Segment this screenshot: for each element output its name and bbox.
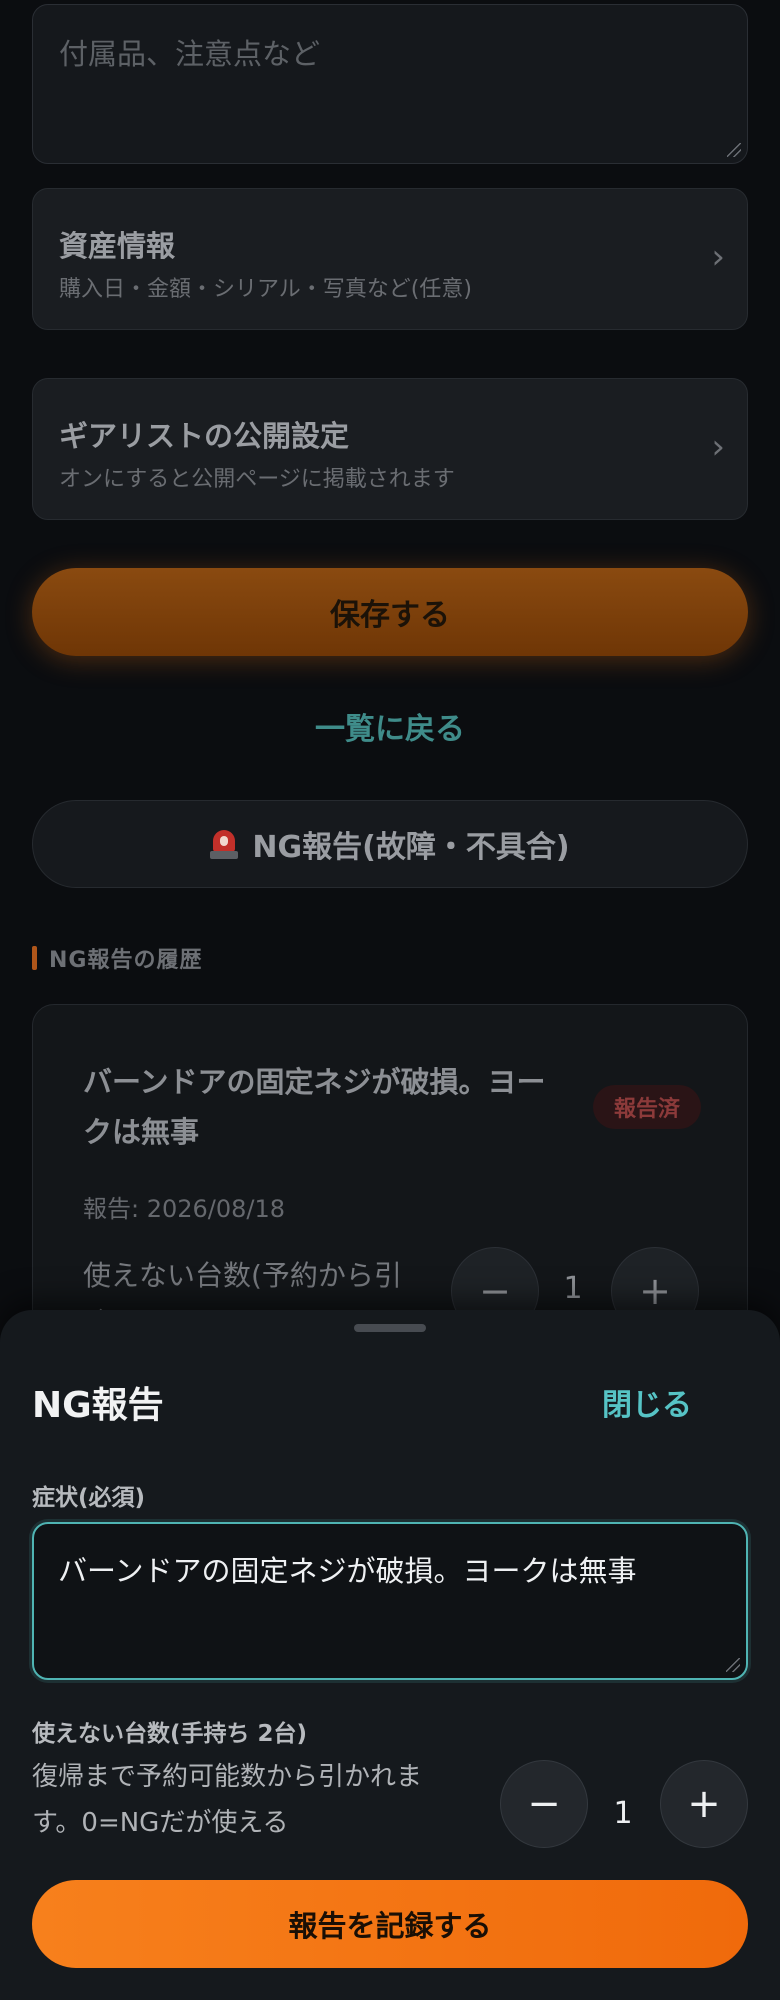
asset-info-row[interactable]: 資産情報 購入日・金額・シリアル・写真など(任意) ›	[32, 188, 748, 330]
save-button[interactable]: 保存する	[32, 568, 748, 656]
chevron-right-icon: ›	[711, 237, 725, 277]
gear-edit-page: 付属品、注意点など 資産情報 購入日・金額・シリアル・写真など(任意) › ギア…	[0, 0, 780, 2000]
minus-icon: −	[527, 1781, 561, 1827]
plus-icon: +	[687, 1781, 721, 1827]
chevron-right-icon: ›	[711, 427, 725, 467]
close-button[interactable]: 閉じる	[602, 1380, 692, 1424]
asset-info-subtitle: 購入日・金額・シリアル・写真など(任意)	[59, 277, 472, 302]
sheet-title: NG報告	[32, 1385, 164, 1426]
public-settings-title: ギアリストの公開設定	[59, 419, 350, 453]
minus-icon: −	[479, 1269, 511, 1313]
record-report-button[interactable]: 報告を記録する	[32, 1880, 748, 1968]
ng-report-button[interactable]: NG報告(故障・不具合)	[32, 800, 748, 888]
increment-button[interactable]: +	[660, 1760, 748, 1848]
resize-grip-icon[interactable]	[727, 143, 741, 157]
status-badge: 報告済	[593, 1085, 701, 1129]
siren-icon	[210, 828, 239, 860]
symptom-textarea[interactable]: バーンドアの固定ネジが破損。ヨークは無事	[32, 1522, 748, 1680]
public-settings-row[interactable]: ギアリストの公開設定 オンにすると公開ページに掲載されます ›	[32, 378, 748, 520]
symptom-value: バーンドアの固定ネジが破損。ヨークは無事	[58, 1554, 637, 1588]
decrement-button[interactable]: −	[500, 1760, 588, 1848]
section-accent-bar	[32, 946, 37, 970]
notes-textarea[interactable]: 付属品、注意点など	[32, 4, 748, 164]
ng-report-button-label: NG報告(故障・不具合)	[252, 830, 570, 865]
unusable-count-value: 1	[563, 1271, 583, 1306]
ng-history-heading: NG報告の履歴	[32, 942, 202, 974]
sheet-grabber[interactable]	[354, 1324, 426, 1332]
back-to-list-link[interactable]: 一覧に戻る	[0, 704, 780, 748]
unusable-count-value: 1	[613, 1796, 633, 1831]
plus-icon: +	[639, 1269, 671, 1313]
asset-info-title: 資産情報	[59, 229, 176, 263]
resize-grip-icon[interactable]	[726, 1658, 740, 1672]
ng-history-heading-text: NG報告の履歴	[49, 948, 203, 973]
notes-placeholder: 付属品、注意点など	[59, 37, 321, 71]
symptom-label: 症状(必須)	[32, 1485, 146, 1511]
public-settings-subtitle: オンにすると公開ページに掲載されます	[59, 467, 455, 492]
ng-report-sheet: NG報告 閉じる 症状(必須) バーンドアの固定ネジが破損。ヨークは無事 使えな…	[0, 1310, 780, 2000]
unusable-help-text: 復帰まで予約可能数から引かれます。0=NGだが使える	[32, 1762, 423, 1838]
report-text: バーンドアの固定ネジが破損。ヨークは無事	[83, 1065, 546, 1149]
unusable-count-label: 使えない台数(手持ち 2台)	[32, 1721, 308, 1747]
report-date: 報告: 2026/08/18	[83, 1195, 286, 1223]
